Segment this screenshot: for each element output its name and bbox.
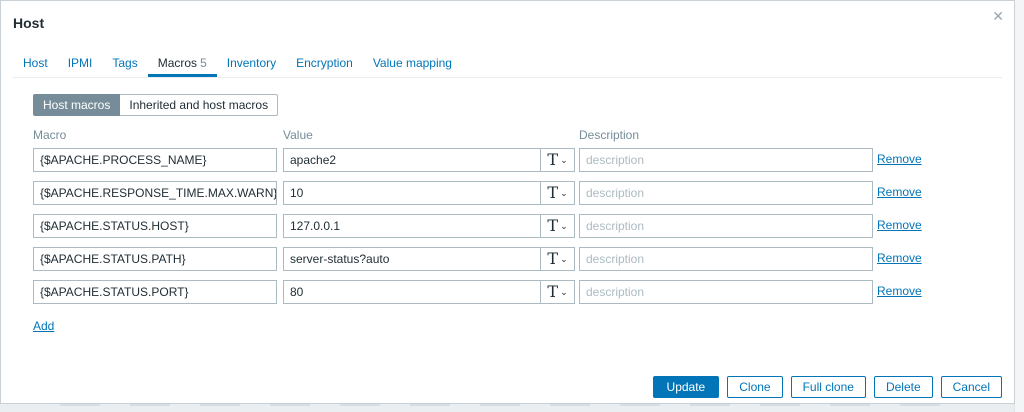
tab-label: Value mapping [372,56,452,70]
tab-count-badge: 5 [200,56,207,70]
value-type-dropdown[interactable]: T ⌄ [540,280,575,304]
remove-link[interactable]: Remove [877,284,922,298]
value-column-header: Value [283,128,313,142]
macro-row: {$APACHE.STATUS.HOST} 127.0.0.1 T ⌄ descr… [33,214,933,238]
macro-name-input[interactable]: {$APACHE.RESPONSE_TIME.MAX.WARN} [33,181,277,205]
macro-value-input[interactable]: apache2 [283,148,541,172]
description-input[interactable]: description [579,148,873,172]
tab-label: Host [23,56,48,70]
tab-ipmi[interactable]: IPMI [58,55,103,76]
page-scrollbar-edge [1014,0,1024,412]
dialog-footer: Update Clone Full clone Delete Cancel [652,376,1002,398]
value-type-dropdown[interactable]: T ⌄ [540,214,575,238]
inherited-macros-button[interactable]: Inherited and host macros [120,94,279,116]
description-input[interactable]: description [579,214,873,238]
macro-scope-toggle: Host macros Inherited and host macros [33,94,279,116]
remove-link[interactable]: Remove [877,218,922,232]
macro-row: {$APACHE.PROCESS_NAME} apache2 T ⌄ descri… [33,148,933,172]
host-macros-button[interactable]: Host macros [33,94,121,116]
chevron-down-icon: ⌄ [560,187,568,198]
chevron-down-icon: ⌄ [560,154,568,165]
delete-button[interactable]: Delete [873,376,933,398]
macro-name-input[interactable]: {$APACHE.STATUS.HOST} [33,214,277,238]
macro-value-input[interactable]: 127.0.0.1 [283,214,541,238]
macro-value-input[interactable]: 10 [283,181,541,205]
text-type-icon: T [547,150,559,169]
description-input[interactable]: description [579,181,873,205]
remove-link[interactable]: Remove [877,185,922,199]
macro-column-header: Macro [33,128,67,142]
tab-macros[interactable]: Macros 5 [147,55,217,77]
background-page-strip [0,402,1024,412]
tab-label: Encryption [296,56,353,70]
add-macro-link[interactable]: Add [33,319,54,333]
value-type-dropdown[interactable]: T ⌄ [540,181,575,205]
macro-name-input[interactable]: {$APACHE.STATUS.PORT} [33,280,277,304]
tab-label: Inventory [226,56,277,70]
macro-row: {$APACHE.RESPONSE_TIME.MAX.WARN} 10 T ⌄ d… [33,181,933,205]
tab-label: Tags [112,56,138,70]
text-type-icon: T [547,183,559,202]
description-input[interactable]: description [579,247,873,271]
description-input[interactable]: description [579,280,873,304]
full-clone-button[interactable]: Full clone [790,376,866,398]
tab-bar: Host IPMI Tags Macros 5 Inventory Encrypt… [13,55,1002,78]
cancel-button[interactable]: Cancel [940,376,1002,398]
macro-name-input[interactable]: {$APACHE.PROCESS_NAME} [33,148,277,172]
update-button[interactable]: Update [652,376,720,398]
value-type-dropdown[interactable]: T ⌄ [540,247,575,271]
host-dialog: Host ✕ Host IPMI Tags Macros 5 Inventory … [0,0,1015,404]
tab-tags[interactable]: Tags [102,55,147,76]
close-icon[interactable]: ✕ [992,8,1004,25]
dialog-title: Host [13,15,45,31]
chevron-down-icon: ⌄ [560,253,568,264]
tab-label: Macros [157,56,198,70]
macro-name-input[interactable]: {$APACHE.STATUS.PATH} [33,247,277,271]
macro-value-input[interactable]: 80 [283,280,541,304]
chevron-down-icon: ⌄ [560,286,568,297]
macro-row: {$APACHE.STATUS.PATH} server-status?auto… [33,247,933,271]
text-type-icon: T [547,216,559,235]
chevron-down-icon: ⌄ [560,220,568,231]
text-type-icon: T [547,249,559,268]
tab-inventory[interactable]: Inventory [217,55,286,76]
clone-button[interactable]: Clone [727,376,783,398]
remove-link[interactable]: Remove [877,251,922,265]
value-type-dropdown[interactable]: T ⌄ [540,148,575,172]
macro-row: {$APACHE.STATUS.PORT} 80 T ⌄ description … [33,280,933,304]
macro-value-input[interactable]: server-status?auto [283,247,541,271]
text-type-icon: T [547,282,559,301]
tab-value-mapping[interactable]: Value mapping [363,55,462,76]
tab-host[interactable]: Host [13,55,58,76]
tab-encryption[interactable]: Encryption [286,55,363,76]
tab-label: IPMI [67,56,93,70]
description-column-header: Description [579,128,640,142]
remove-link[interactable]: Remove [877,152,922,166]
